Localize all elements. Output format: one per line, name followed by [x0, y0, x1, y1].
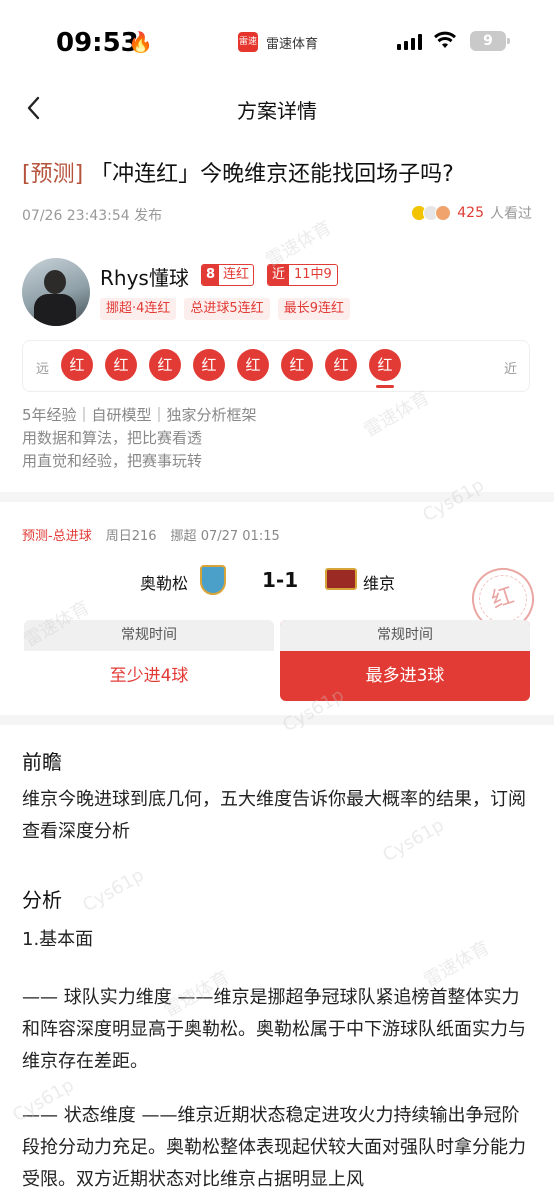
article-meta: 07/26 23:43:54 发布 425 人看过 — [22, 205, 532, 225]
battery-icon: 9 — [470, 31, 510, 51]
preview-text: 维京今晚进球到底几何，五大维度告诉你最大概率的结果，订阅查看深度分析 — [22, 789, 526, 842]
status-time: 09:53 — [56, 28, 139, 58]
author-avatar[interactable] — [22, 258, 90, 326]
analysis-section-title: 1.基本面 — [22, 929, 94, 950]
away-team-crest-icon — [325, 568, 357, 590]
cellular-signal-icon — [397, 34, 422, 50]
author-tag: 挪超·4连红 — [100, 298, 177, 320]
recent-prefix: 近 — [268, 265, 290, 285]
author-tags: 挪超·4连红 总进球5连红 最长9连红 — [100, 298, 350, 320]
divider — [0, 715, 554, 725]
flame-icon: 🔥 — [128, 30, 153, 54]
view-count[interactable]: 425 人看过 — [411, 203, 532, 223]
article-title-text: 「冲连红」今晚维京还能找回场子吗? — [90, 162, 454, 187]
prediction-option[interactable]: 常规时间 至少进4球 — [24, 620, 274, 701]
option-period: 常规时间 — [280, 620, 530, 651]
record-dot: 红 — [61, 349, 93, 381]
streak-badge: 8 连红 — [201, 264, 255, 286]
watermark: 雷速体育 — [360, 387, 434, 442]
streak-label: 连红 — [223, 267, 250, 282]
match-code: 周日216 — [105, 529, 157, 544]
recent-record-badge: 近 11中9 — [267, 264, 338, 286]
publish-time: 07/26 23:43:54 发布 — [22, 208, 163, 224]
viewer-avatars — [411, 205, 452, 221]
streak-count: 8 — [202, 265, 220, 285]
prediction-option-selected[interactable]: 常规时间 最多进3球 — [280, 620, 530, 701]
analysis-heading: 分析 — [22, 888, 62, 912]
page-title: 方案详情 — [237, 99, 317, 123]
record-dot: 红 — [281, 349, 313, 381]
prediction-category: 预测-总进球 — [22, 529, 92, 544]
preview-heading: 前瞻 — [22, 750, 62, 774]
option-label: 至少进4球 — [24, 651, 274, 701]
app-indicator: 雷速 雷速体育 — [238, 32, 318, 52]
option-period: 常规时间 — [24, 620, 274, 651]
author-name[interactable]: Rhys懂球 — [100, 262, 189, 291]
app-logo-icon: 雷速 — [238, 32, 258, 52]
watermark: Cys61p — [79, 864, 148, 917]
home-team-crest-icon — [200, 565, 226, 595]
author-tag: 最长9连红 — [277, 298, 350, 320]
match-time: 07/27 01:15 — [200, 529, 280, 544]
away-team-name: 维京 — [363, 574, 396, 593]
author-bio: 5年经验｜自研模型｜独家分析框架 用数据和算法，把比赛看透 用直觉和经验，把赛事… — [22, 404, 257, 473]
analysis-paragraph: —— 球队实力维度 ——维京是挪超争冠球队紧追榜首整体实力和阵容深度明显高于奥勒… — [22, 987, 526, 1072]
analysis-paragraph: —— 状态维度 ——维京近期状态稳定进攻火力持续输出争冠阶段抢分动力充足。奥勒松… — [22, 1105, 526, 1190]
bio-line: 5年经验｜自研模型｜独家分析框架 — [22, 406, 257, 424]
league-name: 挪超 — [170, 529, 197, 544]
record-far-label: 远 — [36, 362, 50, 377]
divider — [0, 492, 554, 502]
status-bar: 09:53 🔥 雷速 雷速体育 9 — [0, 0, 554, 80]
recent-value: 11中9 — [294, 267, 332, 282]
nav-bar: 方案详情 — [0, 80, 554, 136]
view-count-suffix: 人看过 — [490, 206, 532, 222]
wifi-icon — [434, 31, 456, 48]
article-title: [预测] 「冲连红」今晚维京还能找回场子吗? — [22, 156, 454, 188]
recent-record-strip: 远 红 红 红 红 红 红 红 红 近 — [22, 340, 530, 392]
record-near-label: 近 — [503, 362, 517, 377]
record-dot: 红 — [105, 349, 137, 381]
record-dot: 红 — [193, 349, 225, 381]
author-tag: 总进球5连红 — [184, 298, 270, 320]
option-label: 最多进3球 — [365, 666, 445, 686]
bio-line: 用数据和算法，把比赛看透 — [22, 429, 203, 447]
match-header: 预测-总进球 周日216 挪超 07/27 01:15 — [22, 525, 280, 544]
record-dot-latest: 红 — [369, 349, 401, 388]
viewer-avatar-icon — [435, 205, 452, 221]
record-dot: 红 — [325, 349, 357, 381]
record-dot: 红 — [237, 349, 269, 381]
match-score: 1-1 — [262, 568, 299, 592]
app-name: 雷速体育 — [266, 36, 319, 52]
bio-line: 用直觉和经验，把赛事玩转 — [22, 452, 203, 470]
record-dot: 红 — [149, 349, 181, 381]
view-count-number: 425 — [457, 205, 484, 221]
article-tag: [预测] — [22, 162, 84, 187]
home-team-name: 奥勒松 — [140, 574, 189, 593]
